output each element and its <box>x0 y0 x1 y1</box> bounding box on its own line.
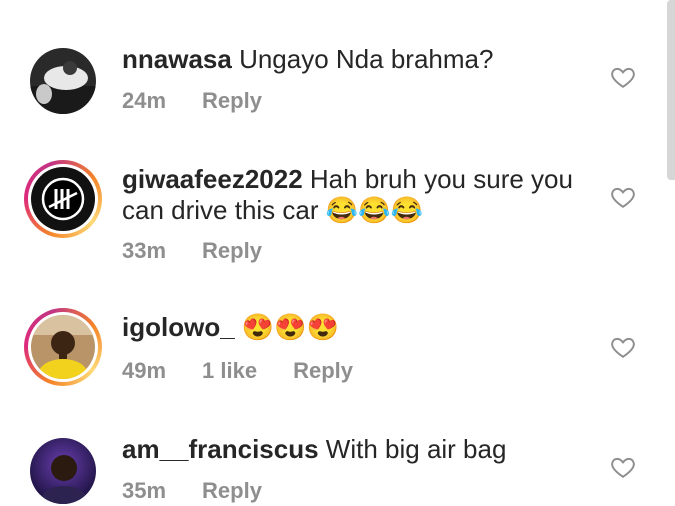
reply-button[interactable]: Reply <box>202 238 262 264</box>
avatar[interactable] <box>24 160 102 238</box>
comment-meta: 49m 1 like Reply <box>122 358 389 384</box>
avatar[interactable] <box>24 432 102 506</box>
heart-outline-icon[interactable] <box>610 334 636 360</box>
comment-username[interactable]: igolowo_ <box>122 312 235 342</box>
reply-button[interactable]: Reply <box>293 358 353 384</box>
comments-screen: nnawasa Ungayo Nda brahma? 24m Reply giw… <box>0 0 675 506</box>
comment-text: nnawasa Ungayo Nda brahma? <box>122 44 592 75</box>
heart-outline-icon[interactable] <box>610 184 636 210</box>
scrollbar[interactable] <box>667 0 675 180</box>
comment-body: 😍😍😍 <box>241 312 340 342</box>
comment-meta: 24m Reply <box>122 88 298 114</box>
avatar-image <box>31 315 95 379</box>
heart-outline-icon[interactable] <box>610 64 636 90</box>
comment-time: 33m <box>122 238 167 263</box>
avatar-image <box>30 438 96 504</box>
reply-button[interactable]: Reply <box>202 478 262 504</box>
comment-time: 49m <box>122 358 167 383</box>
comment-username[interactable]: nnawasa <box>122 44 232 74</box>
avatar[interactable] <box>24 42 102 120</box>
comment-username[interactable]: am__franciscus <box>122 434 319 464</box>
comment-text: am__franciscus With big air bag <box>122 434 592 465</box>
comment-meta: 35m Reply <box>122 478 298 504</box>
reply-button[interactable]: Reply <box>202 88 262 114</box>
comment-body: Ungayo Nda brahma? <box>239 44 494 74</box>
avatar[interactable] <box>24 308 102 386</box>
comment-username[interactable]: giwaafeez2022 <box>122 164 303 194</box>
comment-text: giwaafeez2022 Hah bruh you sure you can … <box>122 164 592 226</box>
avatar-image <box>31 167 95 231</box>
heart-outline-icon[interactable] <box>610 454 636 480</box>
comment-meta: 33m Reply <box>122 238 298 264</box>
like-count[interactable]: 1 like <box>202 358 257 384</box>
comment-time: 24m <box>122 88 167 113</box>
comment-time: 35m <box>122 478 167 503</box>
avatar-image <box>30 48 96 114</box>
comment-body: With big air bag <box>325 434 507 464</box>
comment-text: igolowo_ 😍😍😍 <box>122 312 592 343</box>
